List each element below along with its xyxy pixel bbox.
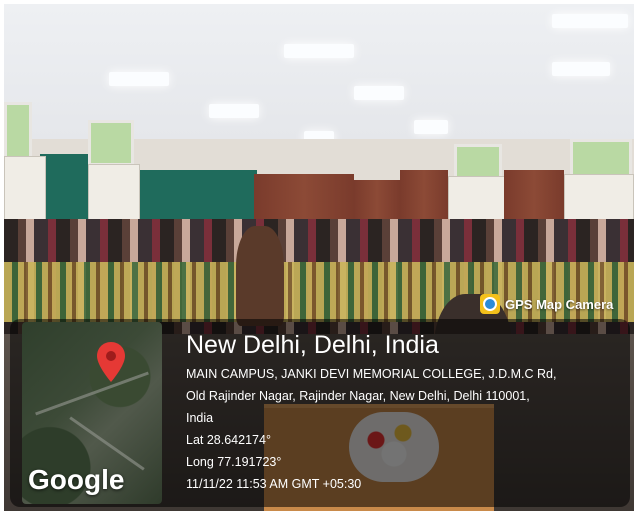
- window: [570, 139, 632, 177]
- camera-app-name: GPS Map Camera: [505, 296, 614, 312]
- gps-map-camera-icon: [480, 294, 500, 314]
- photo-frame: GPS Map Camera Google New Delhi, Delhi, …: [0, 0, 636, 515]
- map-pin-icon: [97, 342, 125, 382]
- location-title: New Delhi, Delhi, India: [186, 331, 439, 359]
- window: [88, 120, 134, 166]
- ceiling-light: [284, 44, 354, 58]
- ceiling-light: [414, 120, 448, 134]
- gps-map-camera-badge: GPS Map Camera: [480, 292, 613, 316]
- ceiling-light: [552, 14, 628, 28]
- latitude: Lat 28.642174°: [186, 433, 271, 447]
- ceiling-light: [552, 62, 610, 76]
- address-line: Old Rajinder Nagar, Rajinder Nagar, New …: [186, 389, 530, 403]
- address-line: MAIN CAMPUS, JANKI DEVI MEMORIAL COLLEGE…: [186, 367, 557, 381]
- map-thumbnail: Google: [22, 322, 162, 504]
- ceiling-light: [209, 104, 259, 118]
- timestamp: 11/11/22 11:53 AM GMT +05:30: [186, 477, 362, 491]
- standing-person: [236, 226, 284, 326]
- map-road: [69, 416, 145, 471]
- location-details: New Delhi, Delhi, India MAIN CAMPUS, JAN…: [186, 330, 626, 495]
- window: [454, 144, 502, 180]
- google-logo: Google: [28, 464, 125, 495]
- ceiling-light: [109, 72, 169, 86]
- ceiling-light: [354, 86, 404, 100]
- map-road: [35, 371, 149, 416]
- address-line: India: [186, 411, 214, 425]
- longitude: Long 77.191723°: [186, 455, 282, 469]
- window: [4, 102, 32, 160]
